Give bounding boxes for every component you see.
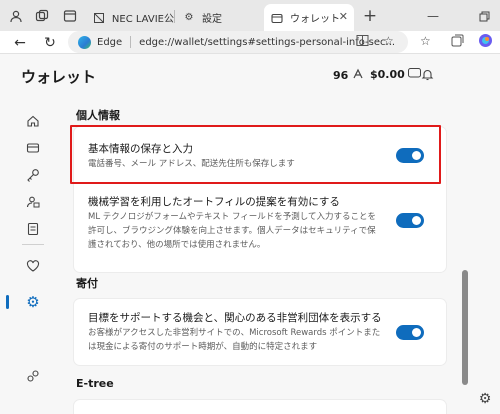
- restore-icon[interactable]: [474, 6, 494, 26]
- tab-label: 設定: [202, 14, 222, 25]
- setting-title: 目標をサポートする機会と、関心のある非営利団体を表示する: [88, 312, 382, 324]
- tab-label: NEC LAVIE公: [111, 14, 174, 25]
- tab-actions-icon[interactable]: [60, 6, 80, 26]
- close-tab-icon[interactable]: ✕: [339, 10, 348, 23]
- minimize-icon[interactable]: —: [423, 6, 443, 26]
- section-heading-donation: 寄付: [76, 277, 98, 290]
- setting-description: ML テクノロジがフォームやテキスト フィールドを予測して入力することを許可し、…: [88, 212, 377, 250]
- workspaces-icon[interactable]: [32, 6, 52, 26]
- tab-settings[interactable]: ⚙ 設定: [176, 4, 262, 31]
- back-arrow-icon[interactable]: ←: [10, 33, 30, 53]
- new-tab-icon[interactable]: +: [360, 6, 380, 26]
- tab-strip: NEC LAVIE公 ⚙ 設定 ウォレット ✕ + —: [0, 0, 500, 31]
- manage-icon[interactable]: [24, 367, 42, 385]
- document-icon: [92, 11, 106, 25]
- favorites-list-icon[interactable]: ☆: [420, 34, 431, 48]
- gear-icon: ⚙: [184, 12, 194, 23]
- omnibox-separator: [130, 36, 132, 48]
- donation-card: 目標をサポートする機会と、関心のある非営利団体を表示する お客様がアクセスした非…: [74, 299, 446, 365]
- active-indicator: [6, 295, 9, 309]
- settings-content: 個人情報 基本情報の保存と入力 電話番号、メール アドレス、配送先住所も保存しま…: [66, 54, 496, 414]
- personal-info-icon[interactable]: [24, 193, 42, 211]
- nonprofit-toggle[interactable]: [396, 325, 424, 340]
- wallet-icon: [270, 11, 284, 25]
- tab-label: ウォレット: [290, 14, 340, 25]
- settings-corner-gear-icon[interactable]: ⚙: [475, 389, 495, 409]
- section-heading-etree: E-tree: [76, 377, 114, 390]
- settings-gear-icon[interactable]: ⚙: [24, 293, 42, 311]
- wallet-sidebar: ⚙: [0, 54, 66, 414]
- tab-wallet[interactable]: ウォレット ✕: [264, 4, 354, 31]
- setting-description: お客様がアクセスした非営利サイトでの、Microsoft Rewards ポイン…: [88, 328, 381, 352]
- section-heading-personal: 個人情報: [76, 109, 120, 122]
- sidebar-divider: [22, 244, 44, 245]
- home-icon[interactable]: [24, 112, 42, 130]
- address-bar: ← ↻ Edge edge://wallet/settings#settings…: [0, 31, 500, 54]
- wallet-settings-page: ウォレット 96 $0.00 ⚙ 個人情報 基本情報の保存と入力 電話番号、メー…: [0, 54, 500, 414]
- setting-row-ml-autofill: 機械学習を利用したオートフィルの提案を有効にする ML テクノロジがフォームやテ…: [74, 183, 446, 272]
- heart-icon[interactable]: [24, 257, 42, 275]
- site-label: Edge: [97, 36, 123, 48]
- receipt-icon[interactable]: [24, 220, 42, 238]
- etree-card: [74, 400, 446, 414]
- edge-logo-icon: [78, 35, 91, 49]
- ml-autofill-toggle[interactable]: [396, 213, 424, 228]
- copilot-icon[interactable]: [478, 33, 493, 51]
- tab-nec-lavie[interactable]: NEC LAVIE公: [86, 4, 174, 31]
- setting-row-nonprofit: 目標をサポートする機会と、関心のある非営利団体を表示する お客様がアクセスした非…: [74, 299, 446, 365]
- tab-separator: [174, 10, 175, 23]
- scrollbar-thumb[interactable]: [462, 270, 468, 385]
- refresh-icon[interactable]: ↻: [40, 33, 60, 53]
- split-screen-icon[interactable]: [356, 34, 369, 50]
- highlight-box: [70, 125, 441, 184]
- favorite-star-icon[interactable]: ☆: [383, 34, 394, 48]
- payment-card-icon[interactable]: [24, 139, 42, 157]
- collections-icon[interactable]: [451, 34, 464, 50]
- profile-icon[interactable]: [6, 6, 26, 26]
- key-icon[interactable]: [24, 166, 42, 184]
- setting-title: 機械学習を利用したオートフィルの提案を有効にする: [88, 196, 340, 208]
